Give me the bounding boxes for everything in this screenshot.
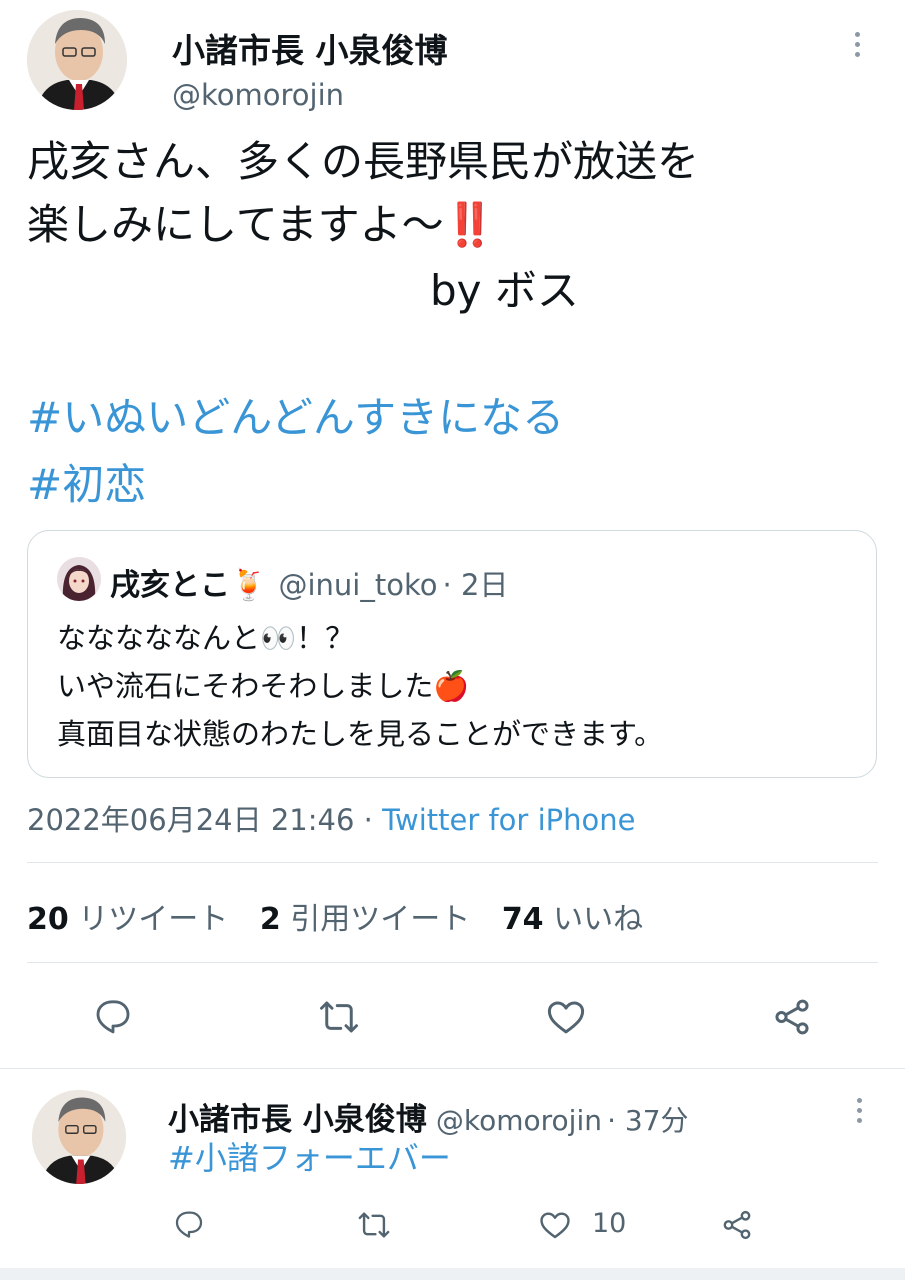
share-icon[interactable] bbox=[770, 996, 814, 1038]
more-icon[interactable] bbox=[857, 1098, 862, 1123]
quoted-avatar-image bbox=[57, 557, 101, 601]
reply-hashtag-link[interactable]: #小諸フォーエバー bbox=[168, 1134, 451, 1182]
author-handle[interactable]: @komorojin bbox=[172, 78, 344, 112]
quoted-author-avatar bbox=[57, 557, 101, 601]
avatar-photo bbox=[27, 10, 127, 110]
quotes-stat[interactable]: 2 引用ツイート bbox=[260, 902, 470, 937]
reply-icon[interactable] bbox=[92, 996, 134, 1036]
divider bbox=[27, 862, 878, 863]
divider bbox=[0, 1068, 905, 1069]
retweet-icon[interactable] bbox=[355, 1208, 393, 1242]
quoted-author-handle: @inui_toko bbox=[278, 568, 438, 602]
quoted-author-name: 戌亥とこ🍹 bbox=[110, 568, 268, 603]
author-avatar[interactable] bbox=[27, 10, 127, 110]
tweet-stats: 20 リツイート 2 引用ツイート 74 いいね bbox=[27, 894, 643, 938]
reply-icon[interactable] bbox=[172, 1208, 206, 1240]
avatar-photo bbox=[32, 1090, 126, 1184]
reply-like-count: 10 bbox=[592, 1208, 627, 1239]
share-icon[interactable] bbox=[719, 1208, 755, 1242]
quoted-text-line1: なななななんと👀！？ bbox=[57, 621, 355, 655]
retweets-count: 20 bbox=[27, 902, 69, 937]
like-icon[interactable] bbox=[544, 996, 588, 1038]
tweet-text-line1: 戌亥さん、多くの長野県民が放送を bbox=[27, 137, 700, 186]
retweet-icon[interactable] bbox=[316, 996, 362, 1038]
likes-label: いいね bbox=[553, 902, 644, 937]
quotes-label: 引用ツイート bbox=[290, 902, 471, 937]
divider bbox=[27, 962, 878, 963]
hashtag-link[interactable]: #いぬいどんどんすきになる bbox=[27, 388, 564, 447]
quoted-text-line2: いや流石にそわそわしました🍎 bbox=[57, 669, 470, 703]
quoted-text-line3: 真面目な状態のわたしを見ることができます。 bbox=[57, 717, 664, 751]
reply-header: 小諸市長 小泉俊博 @komorojin · 37分 bbox=[168, 1094, 689, 1139]
author-name[interactable]: 小諸市長 小泉俊博 bbox=[172, 24, 448, 72]
quotes-count: 2 bbox=[259, 902, 281, 937]
like-icon[interactable] bbox=[537, 1208, 573, 1242]
reply-author-name[interactable]: 小諸市長 小泉俊博 bbox=[168, 1102, 427, 1138]
likes-count: 74 bbox=[501, 902, 544, 937]
likes-stat[interactable]: 74 いいね bbox=[502, 902, 643, 937]
retweets-label: リツイート bbox=[78, 902, 229, 937]
reply-author-handle[interactable]: @komorojin bbox=[436, 1104, 602, 1137]
hashtag-link[interactable]: #初恋 bbox=[27, 455, 146, 514]
tweet-text-line3: by ボス bbox=[430, 266, 579, 315]
retweets-stat[interactable]: 20 リツイート bbox=[27, 902, 228, 937]
tweet-text-line2: 楽しみにしてますよ〜‼️ bbox=[27, 200, 496, 249]
tweet-source-link[interactable]: Twitter for iPhone bbox=[382, 803, 635, 837]
tweet-meta: 2022年06月24日 21:46 · Twitter for iPhone bbox=[27, 797, 635, 839]
tweet-timestamp: 2022年06月24日 21:46 · bbox=[27, 803, 373, 837]
reply-author-avatar[interactable] bbox=[32, 1090, 126, 1184]
quoted-time: · 2日 bbox=[442, 568, 509, 602]
bottom-divider bbox=[0, 1268, 905, 1280]
more-icon[interactable] bbox=[855, 32, 860, 57]
quoted-header: 戌亥とこ🍹 @inui_toko · 2日 bbox=[110, 560, 508, 604]
reply-time: · 37分 bbox=[607, 1104, 689, 1137]
